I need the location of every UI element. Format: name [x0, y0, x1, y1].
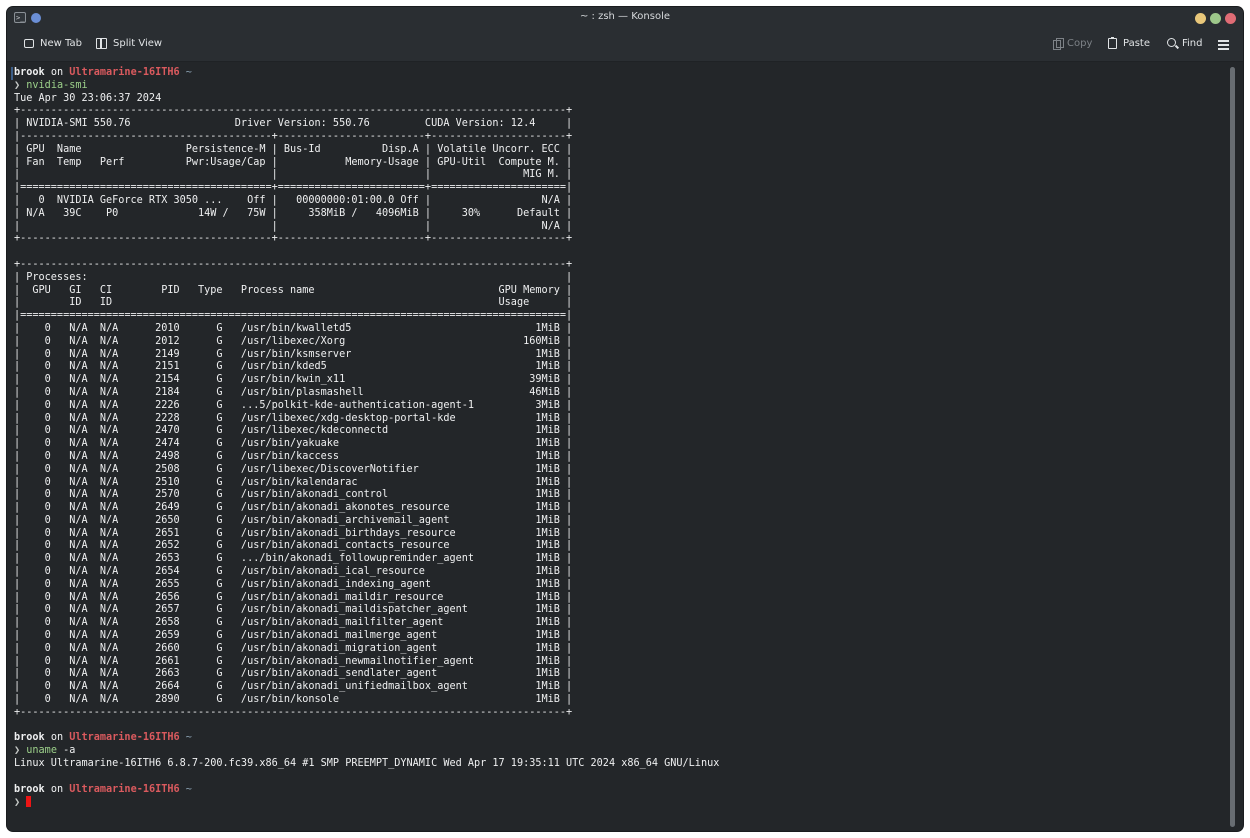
command-uname: uname	[26, 745, 57, 757]
toolbar: New Tab Split View Copy Paste Find	[7, 29, 1243, 62]
process-row: | 0 N/A N/A 2656 G /usr/bin/akonadi_mail…	[14, 591, 573, 603]
process-row: | 0 N/A N/A 2658 G /usr/bin/akonadi_mail…	[14, 617, 573, 629]
split-view-button[interactable]: Split View	[96, 38, 162, 49]
process-row: | 0 N/A N/A 2184 G /usr/bin/plasmashell …	[14, 386, 573, 398]
window-title: ~ : zsh — Konsole	[579, 11, 671, 22]
copy-button[interactable]: Copy	[1053, 37, 1093, 50]
process-row: | 0 N/A N/A 2474 G /usr/bin/yakuake 1MiB…	[14, 438, 573, 450]
text-cursor[interactable]	[26, 796, 32, 808]
process-row: | 0 N/A N/A 2570 G /usr/bin/akonadi_cont…	[14, 489, 573, 501]
process-row: | 0 N/A N/A 2890 G /usr/bin/konsole 1MiB…	[14, 694, 573, 706]
process-row: | 0 N/A N/A 2510 G /usr/bin/kalendarac 1…	[14, 476, 573, 488]
process-row: | 0 N/A N/A 2649 G /usr/bin/akonadi_akon…	[14, 502, 573, 514]
maximize-button[interactable]	[1210, 13, 1221, 24]
process-row: | 0 N/A N/A 2657 G /usr/bin/akonadi_mail…	[14, 604, 573, 616]
minimize-button[interactable]	[1195, 13, 1206, 24]
prompt-host: Ultramarine-16ITH6	[69, 67, 180, 78]
process-row: | 0 N/A N/A 2498 G /usr/bin/kaccess 1MiB…	[14, 450, 573, 462]
process-row: | 0 N/A N/A 2660 G /usr/bin/akonadi_migr…	[14, 642, 573, 654]
process-row: | 0 N/A N/A 2226 G ...5/polkit-kde-authe…	[14, 399, 573, 411]
uname-output: Linux Ultramarine-16ITH6 6.8.7-200.fc39.…	[14, 758, 720, 770]
paste-button[interactable]: Paste	[1108, 37, 1150, 49]
process-row: | 0 N/A N/A 2470 G /usr/libexec/kdeconne…	[14, 425, 573, 437]
process-row: | 0 N/A N/A 2651 G /usr/bin/akonadi_birt…	[14, 527, 573, 539]
process-row: | 0 N/A N/A 2508 G /usr/libexec/Discover…	[14, 463, 573, 475]
paste-icon	[1108, 37, 1117, 49]
find-label: Find	[1182, 38, 1203, 49]
hamburger-menu-icon[interactable]	[1218, 40, 1229, 50]
process-row: | 0 N/A N/A 2654 G /usr/bin/akonadi_ical…	[14, 566, 573, 578]
paste-label: Paste	[1123, 38, 1150, 49]
terminal-area[interactable]: brook on Ultramarine-16ITH6 ~ ❯ nvidia-s…	[7, 62, 1225, 831]
search-icon	[1167, 38, 1176, 47]
scrollbar-thumb[interactable]	[1230, 67, 1235, 827]
split-view-icon	[96, 38, 107, 49]
prompt-user: brook	[14, 732, 45, 744]
process-row: | 0 N/A N/A 2655 G /usr/bin/akonadi_inde…	[14, 578, 573, 590]
split-view-label: Split View	[113, 38, 163, 49]
process-row: | 0 N/A N/A 2659 G /usr/bin/akonadi_mail…	[14, 630, 573, 642]
new-tab-button[interactable]: New Tab	[24, 38, 82, 49]
process-row: | 0 N/A N/A 2149 G /usr/bin/ksmserver 1M…	[14, 348, 573, 360]
title-bar[interactable]: >_ ~ : zsh — Konsole	[7, 7, 1243, 29]
process-row: | 0 N/A N/A 2650 G /usr/bin/akonadi_arch…	[14, 514, 573, 526]
process-row: | 0 N/A N/A 2012 G /usr/libexec/Xorg 160…	[14, 335, 573, 347]
scrollbar[interactable]	[1230, 67, 1235, 827]
command-nvidia-smi: nvidia-smi	[26, 79, 88, 91]
process-row: | 0 N/A N/A 2010 G /usr/bin/kwalletd5 1M…	[14, 322, 573, 334]
terminal-output: brook on Ultramarine-16ITH6 ~ ❯ nvidia-s…	[14, 67, 720, 809]
copy-icon	[1053, 37, 1064, 50]
process-row: | 0 N/A N/A 2652 G /usr/bin/akonadi_cont…	[14, 540, 573, 552]
new-tab-icon	[24, 39, 34, 48]
process-row: | 0 N/A N/A 2154 G /usr/bin/kwin_x11 39M…	[14, 374, 573, 386]
prompt-user: brook	[14, 67, 45, 78]
close-button[interactable]	[1225, 13, 1236, 24]
process-row: | 0 N/A N/A 2661 G /usr/bin/akonadi_newm…	[14, 655, 573, 667]
find-button[interactable]: Find	[1167, 38, 1203, 49]
prompt-host: Ultramarine-16ITH6	[69, 732, 180, 744]
prompt-user: brook	[14, 783, 45, 795]
process-row: | 0 N/A N/A 2653 G .../bin/akonadi_follo…	[14, 553, 573, 565]
new-tab-label: New Tab	[40, 38, 82, 49]
copy-label: Copy	[1067, 38, 1093, 49]
marker-bar	[11, 67, 13, 80]
process-row: | 0 N/A N/A 2663 G /usr/bin/akonadi_send…	[14, 668, 573, 680]
prompt-host: Ultramarine-16ITH6	[69, 783, 180, 795]
process-row: | 0 N/A N/A 2664 G /usr/bin/akonadi_unif…	[14, 681, 573, 693]
process-row: | 0 N/A N/A 2228 G /usr/libexec/xdg-desk…	[14, 412, 573, 424]
konsole-window: >_ ~ : zsh — Konsole New Tab Split View …	[7, 7, 1243, 831]
process-row: | 0 N/A N/A 2151 G /usr/bin/kded5 1MiB |	[14, 361, 573, 373]
